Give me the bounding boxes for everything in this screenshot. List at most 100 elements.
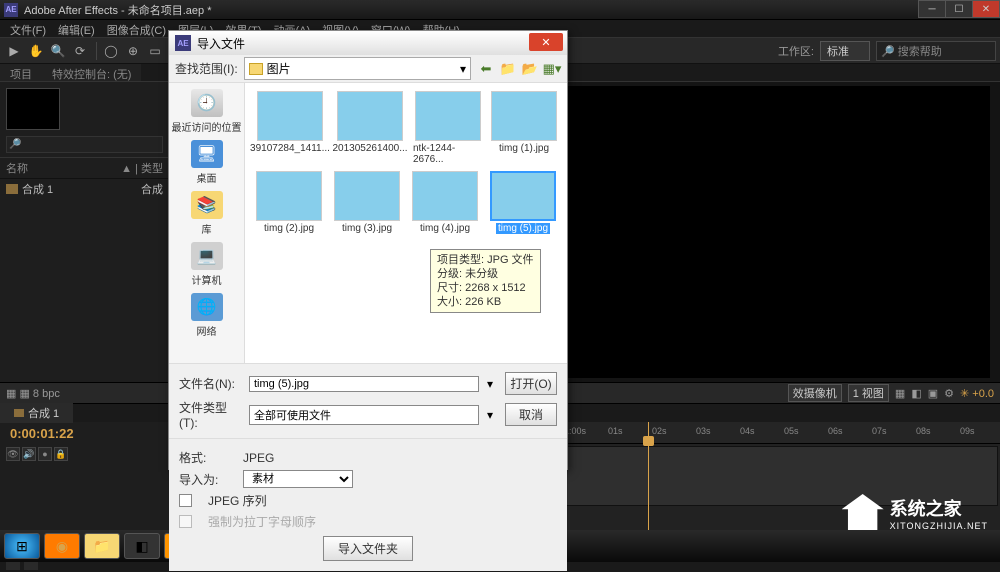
project-item-type: 合成 (141, 181, 163, 197)
dialog-titlebar[interactable]: AE 导入文件 ✕ (169, 31, 567, 55)
folder-icon (249, 63, 263, 75)
lock-icon[interactable]: 🔒 (54, 447, 68, 461)
file-item[interactable]: timg (3).jpg (331, 171, 403, 234)
place-desktop[interactable]: 🖥桌面 (189, 138, 225, 187)
filename-input[interactable]: timg (5).jpg (249, 376, 479, 392)
view-menu-icon[interactable]: ▦▾ (543, 60, 561, 78)
project-tab[interactable]: 项目 (0, 64, 42, 81)
format-label: 格式: (179, 449, 233, 466)
taskbar-app-2[interactable]: ◧ (124, 533, 160, 559)
place-library[interactable]: 📚库 (189, 189, 225, 238)
file-grid[interactable]: 39107284_1411... 201305261400... ntk-124… (245, 83, 567, 363)
importas-dropdown[interactable]: 素材 (243, 470, 353, 488)
taskbar-explorer[interactable]: 📁 (84, 533, 120, 559)
workspace-switcher: 工作区: 标准 🔎 搜索帮助 (778, 41, 996, 61)
grid-icon[interactable]: ▦ (895, 387, 905, 400)
camera-tool[interactable]: ◯ (101, 41, 121, 61)
dropdown-arrow-icon: ▾ (460, 62, 466, 76)
audio-icon[interactable]: 🔊 (22, 447, 36, 461)
place-recent[interactable]: 🕘最近访问的位置 (170, 87, 244, 136)
maximize-button[interactable] (945, 0, 973, 18)
tick: 02s (652, 426, 667, 436)
up-folder-icon[interactable]: 📁 (499, 60, 517, 78)
filename-dd-icon[interactable]: ▾ (487, 377, 493, 391)
dialog-close-button[interactable]: ✕ (529, 33, 563, 51)
workspace-label: 工作区: (778, 43, 814, 59)
places-sidebar: 🕘最近访问的位置 🖥桌面 📚库 💻计算机 🌐网络 (169, 83, 245, 363)
project-search[interactable]: 🔎 (6, 136, 163, 153)
col-type[interactable]: ▲ | 类型 (121, 160, 163, 176)
menu-composition[interactable]: 图像合成(C) (101, 20, 172, 37)
col-name[interactable]: 名称 (6, 160, 121, 176)
folder-dropdown[interactable]: 图片 ▾ (244, 57, 471, 80)
exposure-value[interactable]: ✳ +0.0 (960, 387, 994, 400)
cancel-button[interactable]: 取消 (505, 403, 557, 426)
file-item[interactable]: ntk-1244-2676... (413, 91, 483, 165)
project-columns: 名称 ▲ | 类型 (0, 157, 169, 179)
tick: 05s (784, 426, 799, 436)
solo-icon[interactable]: ● (38, 447, 52, 461)
file-item[interactable]: timg (4).jpg (409, 171, 481, 234)
watermark: 系统之家 XITONGZHIJIA.NET (842, 494, 988, 532)
settings-icon[interactable]: ⚙ (944, 387, 954, 400)
close-app-button[interactable] (972, 0, 1000, 18)
back-icon[interactable]: ⬅ (477, 60, 495, 78)
eye-icon[interactable]: 👁 (6, 447, 20, 461)
shape-tool[interactable]: ▭ (145, 41, 165, 61)
project-panel: 🔎 名称 ▲ | 类型 合成 1 合成 (0, 82, 170, 382)
search-help-input[interactable]: 🔎 搜索帮助 (876, 41, 996, 61)
taskbar-app-1[interactable]: ◉ (44, 533, 80, 559)
start-button[interactable]: ⊞ (4, 533, 40, 559)
rotate-tool[interactable]: ⟳ (70, 41, 90, 61)
place-computer[interactable]: 💻计算机 (189, 240, 225, 289)
mask-icon[interactable]: ▣ (928, 387, 938, 400)
effects-tab[interactable]: 特效控制台: (无) (42, 64, 141, 81)
force-alpha-checkbox[interactable] (179, 515, 192, 528)
selection-tool[interactable]: ▶ (4, 41, 24, 61)
file-item[interactable]: 39107284_1411... (253, 91, 327, 165)
tick: 06s (828, 426, 843, 436)
menu-file[interactable]: 文件(F) (4, 20, 52, 37)
dialog-file-fields: 文件名(N): timg (5).jpg ▾ 打开(O) 文件类型(T): 全部… (169, 363, 567, 438)
file-item[interactable]: timg (1).jpg (489, 91, 559, 165)
views-dropdown[interactable]: 1 视图 (848, 384, 889, 402)
watermark-logo-icon (842, 494, 884, 532)
camera-dropdown[interactable]: 效摄像机 (788, 384, 842, 402)
tick: 09s (960, 426, 975, 436)
dialog-format-section: 格式:JPEG 导入为: 素材 JPEG 序列 强制为拉丁字母顺序 导入文件夹 (169, 438, 567, 571)
filename-label: 文件名(N): (179, 375, 243, 392)
open-button[interactable]: 打开(O) (505, 372, 557, 395)
timeline-comp-tab[interactable]: 合成 1 (0, 403, 73, 423)
search-icon: 🔎 (9, 139, 21, 150)
file-item[interactable]: 201305261400... (333, 91, 407, 165)
filetype-dd-icon[interactable]: ▾ (487, 408, 493, 422)
bpc-indicator[interactable]: ▦ ▦ 8 bpc (6, 387, 60, 400)
zoom-tool[interactable]: 🔍 (48, 41, 68, 61)
app-icon: AE (4, 3, 18, 17)
new-folder-icon[interactable]: 📂 (521, 60, 539, 78)
app-title: Adobe After Effects - 未命名项目.aep * (24, 2, 212, 18)
workspace-dropdown[interactable]: 标准 (820, 41, 870, 61)
format-value: JPEG (243, 451, 274, 465)
window-buttons (919, 0, 1000, 18)
alpha-icon[interactable]: ◧ (911, 387, 921, 400)
filetype-label: 文件类型(T): (179, 399, 243, 430)
tick: 04s (740, 426, 755, 436)
timeline-comp-label: 合成 1 (28, 405, 59, 421)
jpeg-sequence-checkbox[interactable] (179, 494, 192, 507)
minimize-button[interactable] (918, 0, 946, 18)
place-network[interactable]: 🌐网络 (189, 291, 225, 340)
hand-tool[interactable]: ✋ (26, 41, 46, 61)
time-ruler[interactable]: 1:00s 01s 02s 03s 04s 05s 06s 07s 08s 09… (560, 422, 1000, 444)
project-item-comp1[interactable]: 合成 1 合成 (0, 179, 169, 199)
folder-name: 图片 (267, 60, 291, 77)
menu-edit[interactable]: 编辑(E) (52, 20, 101, 37)
comp-thumbnail[interactable] (6, 88, 60, 130)
dialog-title: 导入文件 (197, 35, 245, 52)
file-item-selected[interactable]: timg (5).jpg (487, 171, 559, 234)
app-titlebar: AE Adobe After Effects - 未命名项目.aep * (0, 0, 1000, 20)
import-folder-button[interactable]: 导入文件夹 (323, 536, 413, 561)
anchor-tool[interactable]: ⊕ (123, 41, 143, 61)
filetype-dropdown[interactable]: 全部可使用文件 (249, 405, 479, 425)
file-item[interactable]: timg (2).jpg (253, 171, 325, 234)
